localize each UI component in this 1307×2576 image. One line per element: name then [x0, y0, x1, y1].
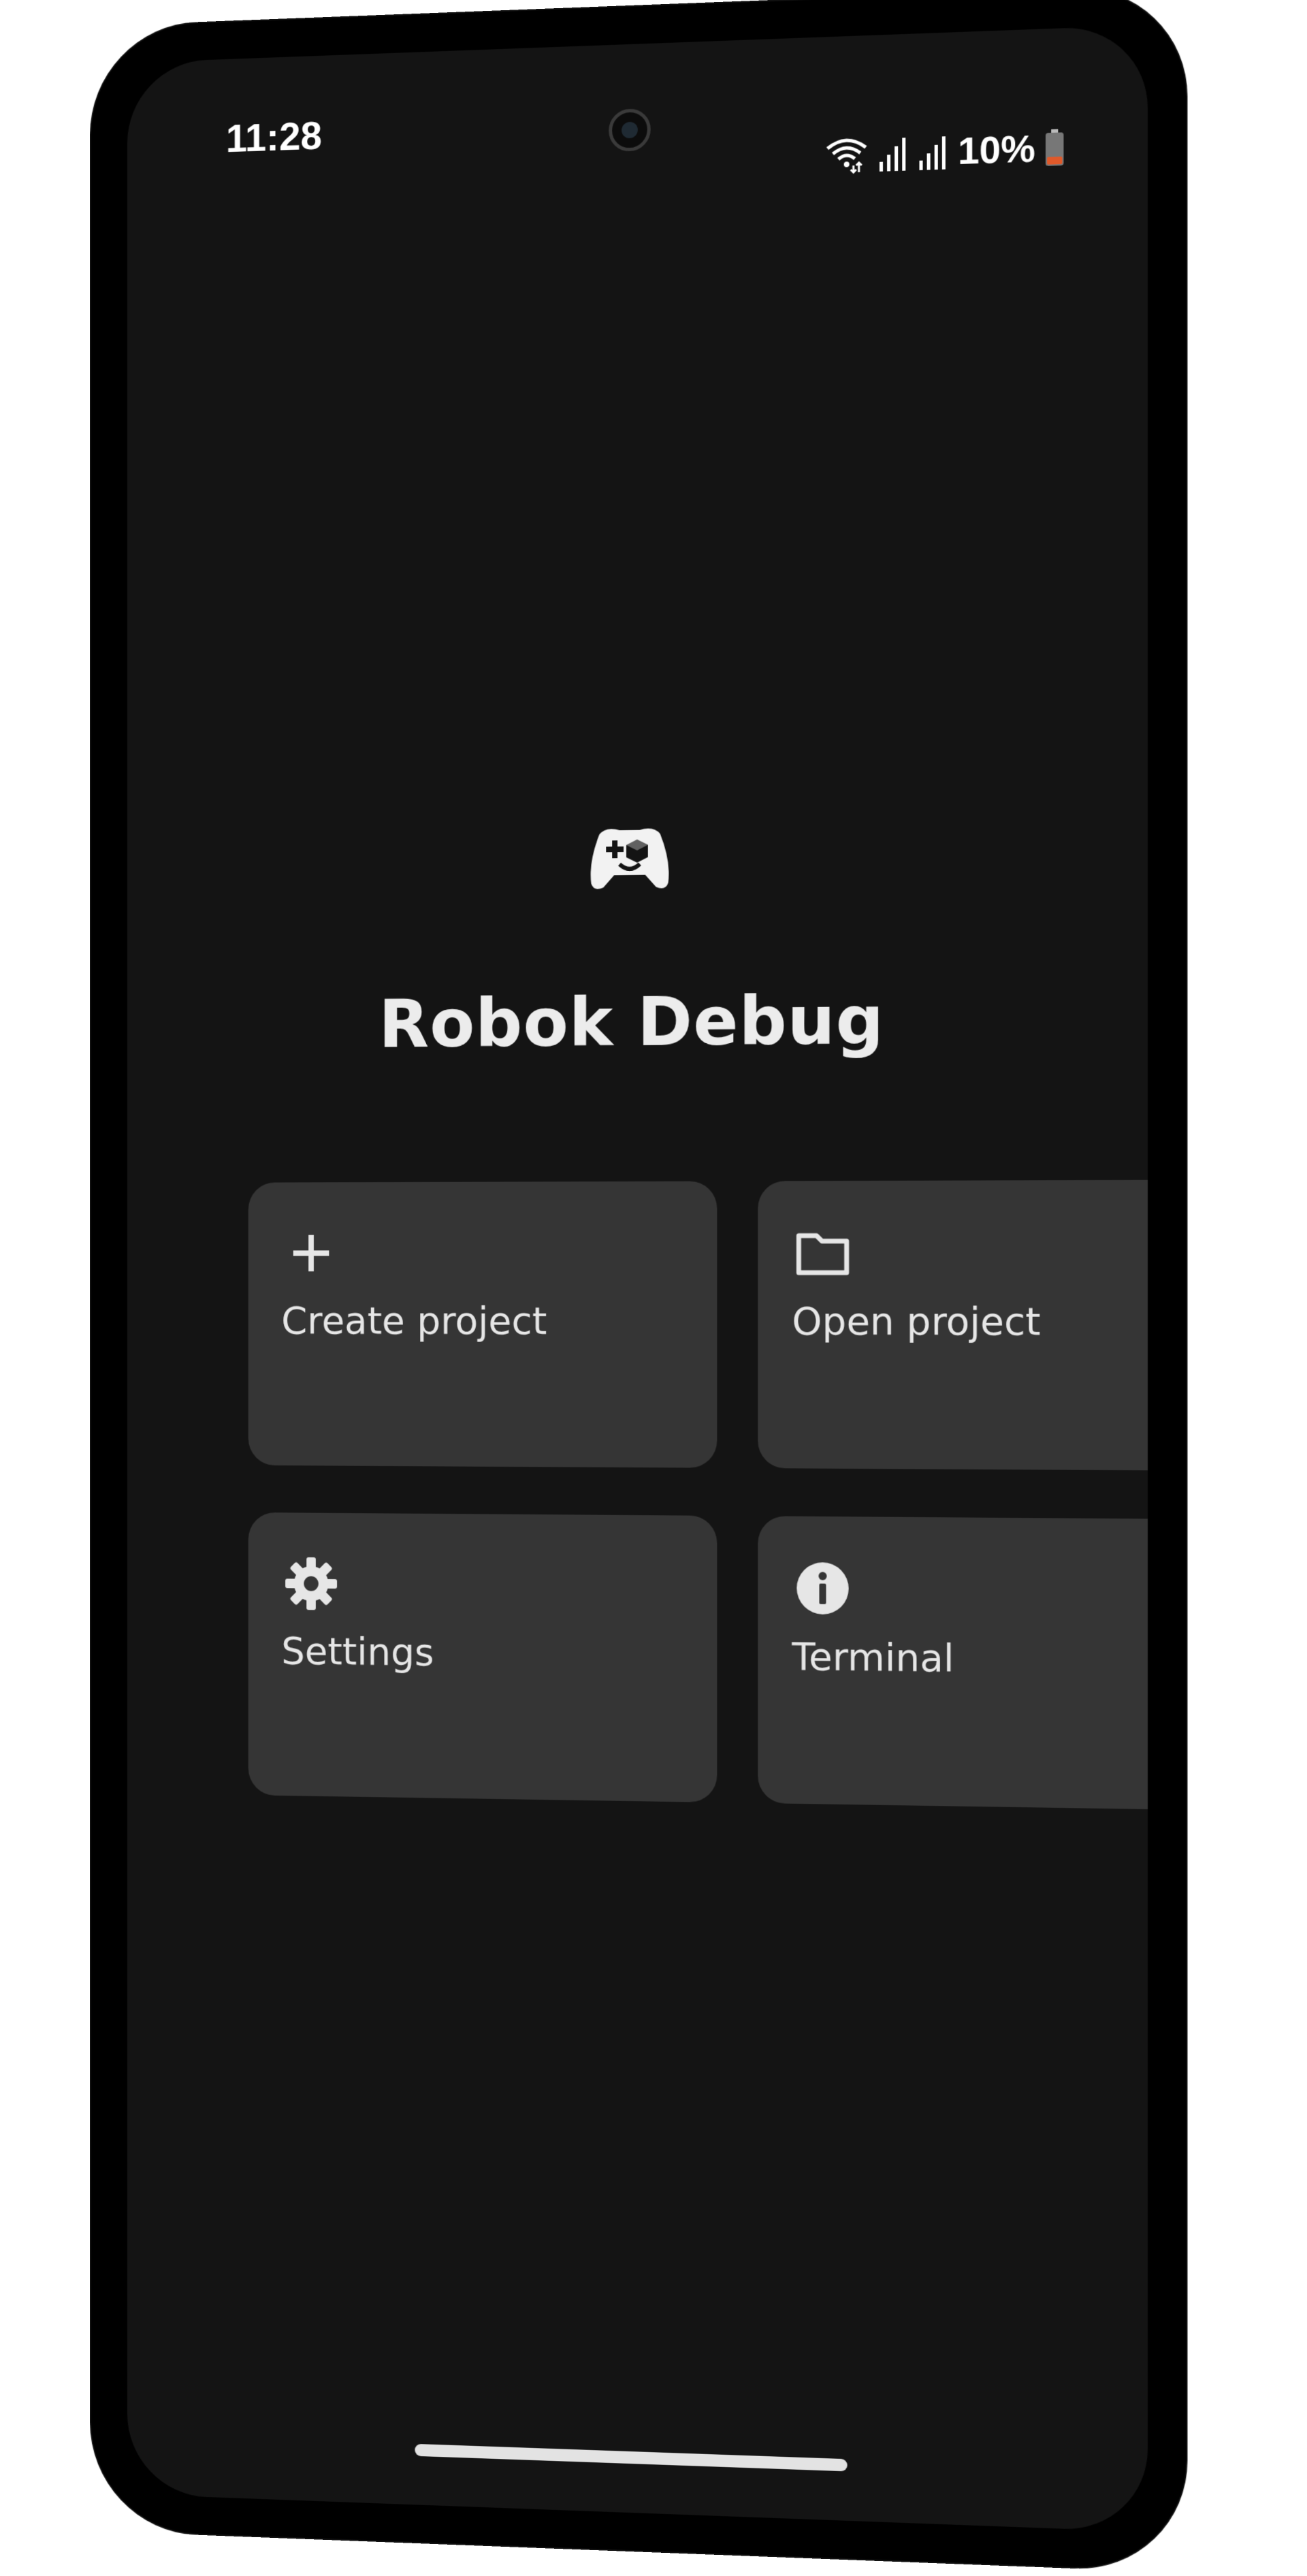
settings-button[interactable]: Settings	[248, 1512, 717, 1803]
plus-icon	[281, 1223, 341, 1284]
signal-icon	[918, 132, 948, 172]
signal-icon	[878, 133, 908, 173]
gear-icon	[281, 1553, 341, 1615]
app-screen: 11:28 10% Robok Debug Create project Ope…	[127, 25, 1148, 2532]
info-icon	[792, 1557, 853, 1619]
home-indicator[interactable]	[415, 2443, 848, 2472]
open-project-button[interactable]: Open project	[758, 1179, 1148, 1471]
front-camera	[609, 108, 651, 153]
phone-frame: 11:28 10% Robok Debug Create project Ope…	[91, 0, 1187, 2572]
gamepad-icon	[586, 820, 674, 896]
terminal-button[interactable]: Terminal	[758, 1516, 1148, 1811]
create-project-button[interactable]: Create project	[248, 1181, 717, 1468]
battery-percentage: 10%	[958, 126, 1035, 173]
app-title: Robok Debug	[378, 981, 885, 1064]
create-project-label: Create project	[281, 1299, 547, 1343]
mockup-scene: 11:28 10% Robok Debug Create project Ope…	[0, 0, 1307, 2576]
battery-icon	[1045, 129, 1065, 167]
wifi-icon	[824, 135, 868, 175]
folder-icon	[792, 1222, 853, 1284]
terminal-label: Terminal	[792, 1634, 954, 1681]
settings-label: Settings	[281, 1629, 434, 1675]
open-project-label: Open project	[792, 1299, 1041, 1345]
status-time: 11:28	[225, 113, 322, 161]
status-icons: 10%	[824, 125, 1064, 177]
